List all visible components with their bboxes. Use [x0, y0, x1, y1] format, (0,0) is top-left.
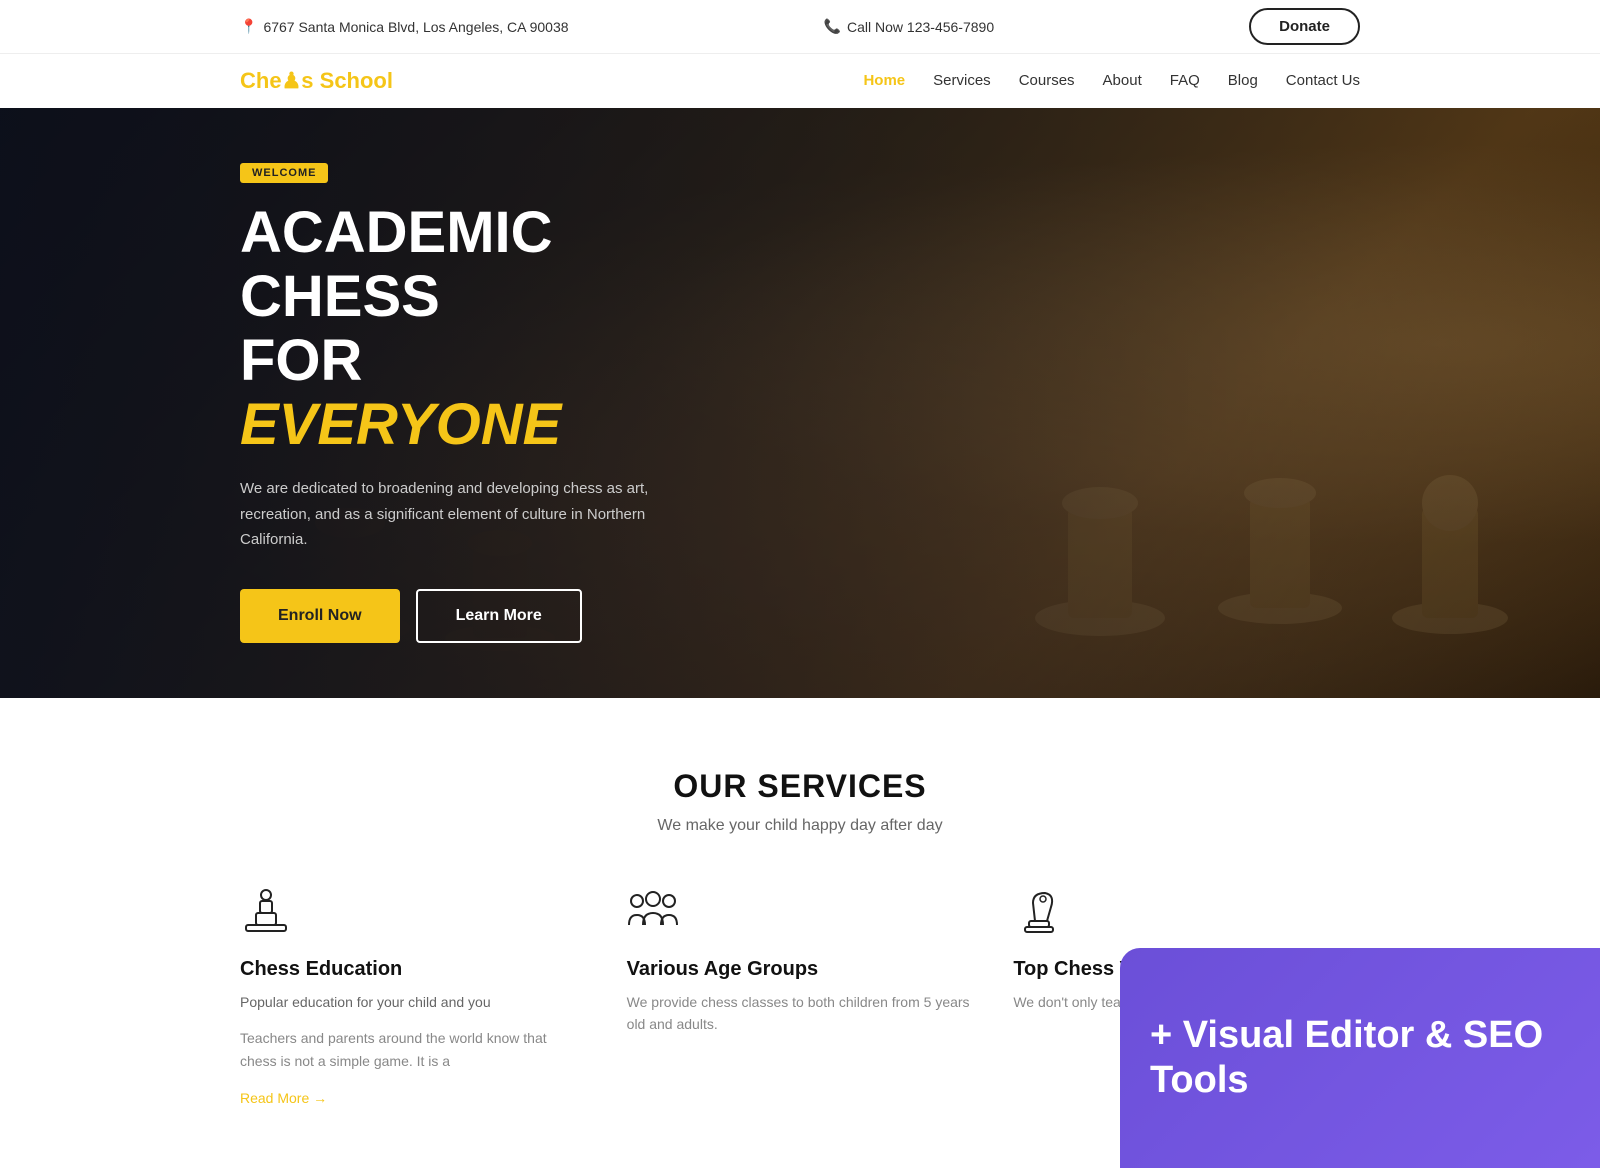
nav-links: Home Services Courses About FAQ Blog Con…: [863, 72, 1360, 90]
service-desc-2: We provide chess classes to both childre…: [627, 991, 974, 1036]
service-desc-1: Teachers and parents around the world kn…: [240, 1027, 587, 1072]
pin-icon: 📍: [240, 18, 257, 35]
services-heading: OUR SERVICES: [240, 768, 1360, 805]
nav-link-services[interactable]: Services: [933, 72, 991, 89]
services-header: OUR SERVICES We make your child happy da…: [240, 768, 1360, 835]
hero-section: WELCOME ACADEMIC CHESS FOR EVERYONE We a…: [0, 108, 1600, 698]
nav-item-services[interactable]: Services: [933, 72, 991, 90]
hero-title: ACADEMIC CHESS FOR EVERYONE: [240, 201, 680, 456]
hero-title-line1: ACADEMIC CHESS: [240, 200, 553, 329]
address-section: 📍 6767 Santa Monica Blvd, Los Angeles, C…: [240, 18, 569, 35]
hero-title-everyone: EVERYONE: [240, 392, 561, 457]
services-section: OUR SERVICES We make your child happy da…: [0, 698, 1600, 1168]
visual-editor-overlay: + Visual Editor & SEO Tools: [1120, 948, 1600, 1168]
nav-item-contact[interactable]: Contact Us: [1286, 72, 1360, 90]
nav-item-faq[interactable]: FAQ: [1170, 72, 1200, 90]
service-title-1: Chess Education: [240, 958, 587, 981]
service-card-age-groups: Various Age Groups We provide chess clas…: [627, 885, 974, 1108]
service-link-1[interactable]: Read More →: [240, 1090, 327, 1106]
nav-item-about[interactable]: About: [1103, 72, 1142, 90]
enroll-now-button[interactable]: Enroll Now: [240, 589, 400, 643]
service-subtitle-1: Popular education for your child and you: [240, 991, 587, 1013]
nav-item-courses[interactable]: Courses: [1019, 72, 1075, 90]
visual-editor-text: + Visual Editor & SEO Tools: [1150, 1013, 1570, 1104]
hero-buttons: Enroll Now Learn More: [240, 589, 680, 643]
learn-more-button[interactable]: Learn More: [416, 589, 582, 643]
nav-link-about[interactable]: About: [1103, 72, 1142, 89]
service-card-chess-education: Chess Education Popular education for yo…: [240, 885, 587, 1108]
navbar: Che♟s School Home Services Courses About…: [0, 54, 1600, 108]
logo-text1: Che: [240, 68, 282, 93]
logo-text2: s School: [301, 68, 393, 93]
phone-icon: 📞: [824, 18, 841, 35]
hero-title-line2-normal: FOR: [240, 328, 362, 393]
service-title-2: Various Age Groups: [627, 958, 974, 981]
nav-link-contact[interactable]: Contact Us: [1286, 72, 1360, 89]
nav-link-home[interactable]: Home: [863, 72, 905, 89]
phone-text: Call Now 123-456-7890: [847, 19, 994, 35]
welcome-badge: WELCOME: [240, 163, 328, 183]
top-bar: 📍 6767 Santa Monica Blvd, Los Angeles, C…: [0, 0, 1600, 54]
hero-content: WELCOME ACADEMIC CHESS FOR EVERYONE We a…: [0, 163, 680, 643]
address-text: 6767 Santa Monica Blvd, Los Angeles, CA …: [263, 19, 568, 35]
nav-item-blog[interactable]: Blog: [1228, 72, 1258, 90]
phone-section: 📞 Call Now 123-456-7890: [824, 18, 995, 35]
chess-variants-icon: [1013, 885, 1065, 937]
donate-button[interactable]: Donate: [1249, 8, 1360, 45]
nav-item-home[interactable]: Home: [863, 72, 905, 90]
logo: Che♟s School: [240, 68, 393, 94]
hero-description: We are dedicated to broadening and devel…: [240, 476, 660, 553]
services-subheading: We make your child happy day after day: [240, 817, 1360, 835]
age-groups-icon: [627, 885, 679, 937]
nav-link-courses[interactable]: Courses: [1019, 72, 1075, 89]
nav-link-blog[interactable]: Blog: [1228, 72, 1258, 89]
logo-chess-icon: ♟: [282, 68, 302, 93]
chess-education-icon: [240, 885, 292, 937]
nav-link-faq[interactable]: FAQ: [1170, 72, 1200, 89]
